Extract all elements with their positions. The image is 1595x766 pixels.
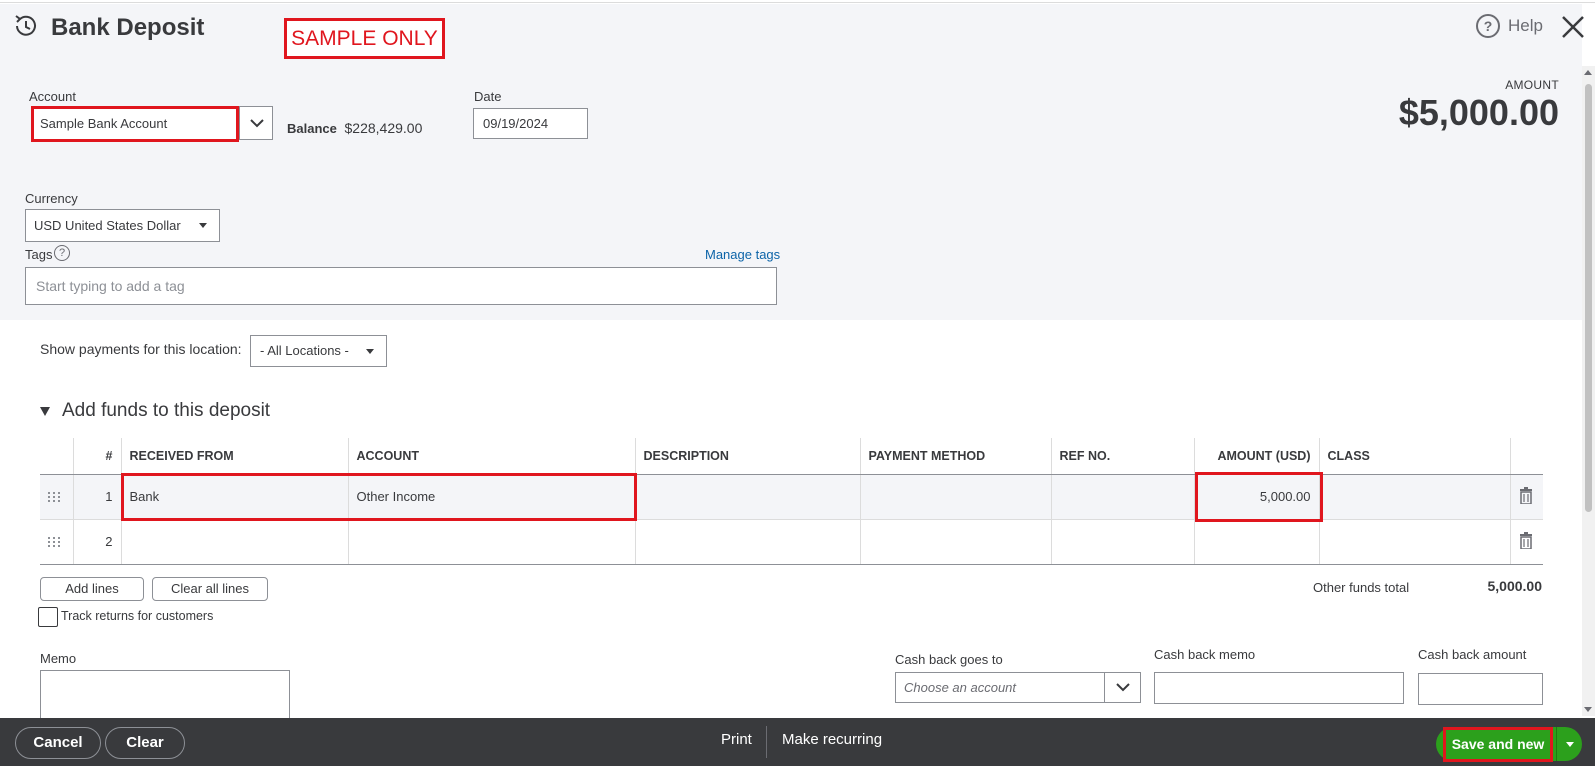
footer-divider	[766, 726, 767, 758]
received-from-cell[interactable]	[121, 519, 349, 565]
scrollbar-thumb[interactable]	[1585, 84, 1592, 512]
manage-tags-link[interactable]: Manage tags	[705, 247, 780, 262]
account-cell[interactable]	[348, 519, 636, 565]
delete-row-button[interactable]	[1510, 519, 1543, 565]
drag-handle-icon	[48, 536, 65, 547]
row-number: 2	[73, 519, 122, 565]
account-dropdown-button[interactable]	[239, 107, 273, 139]
col-num-header: #	[73, 438, 122, 475]
description-cell[interactable]	[635, 519, 861, 565]
top-border	[0, 0, 1595, 3]
class-cell[interactable]	[1319, 519, 1511, 565]
drag-handle[interactable]	[40, 519, 74, 565]
col-ref-no-header: REF NO.	[1051, 438, 1195, 475]
memo-label: Memo	[40, 651, 77, 666]
chevron-down-icon	[1115, 683, 1130, 692]
funds-section-toggle[interactable]: Add funds to this deposit	[40, 400, 270, 422]
col-received-from-header: RECEIVED FROM	[121, 438, 349, 475]
class-cell[interactable]	[1319, 474, 1511, 520]
close-icon[interactable]	[1560, 14, 1586, 40]
description-cell[interactable]	[635, 474, 861, 520]
payment-method-cell[interactable]	[860, 519, 1052, 565]
caret-down-icon	[1565, 741, 1574, 747]
col-payment-method-header: PAYMENT METHOD	[860, 438, 1052, 475]
currency-label: Currency	[25, 191, 78, 206]
col-class-header: CLASS	[1319, 438, 1511, 475]
currency-value: USD United States Dollar	[34, 218, 181, 233]
clear-button[interactable]: Clear	[105, 727, 185, 759]
save-and-new-button[interactable]: Save and new	[1443, 727, 1553, 762]
table-row[interactable]: 1 Bank Other Income 5,000.00	[40, 474, 1543, 520]
make-recurring-link[interactable]: Make recurring	[782, 731, 882, 748]
amount-value: $5,000.00	[1398, 92, 1559, 133]
location-label: Show payments for this location:	[40, 341, 242, 357]
page-title: Bank Deposit	[51, 14, 205, 41]
date-label: Date	[474, 89, 502, 104]
tags-input[interactable]: Start typing to add a tag	[25, 267, 777, 305]
cash-back-to-label: Cash back goes to	[895, 652, 1003, 667]
trash-icon	[1519, 531, 1532, 550]
balance-value: $228,429.00	[344, 120, 423, 136]
drag-handle-icon	[48, 491, 65, 502]
col-amount-header: AMOUNT (USD)	[1194, 438, 1320, 475]
caret-down-icon	[366, 349, 374, 354]
location-select[interactable]: - All Locations -	[250, 335, 387, 367]
print-link[interactable]: Print	[721, 731, 752, 748]
tags-label: Tags	[25, 247, 53, 262]
track-returns-label: Track returns for customers	[61, 609, 214, 623]
col-drag-header	[40, 438, 74, 475]
drag-handle[interactable]	[40, 474, 74, 520]
cancel-button[interactable]: Cancel	[15, 727, 101, 759]
help-icon: ?	[1476, 14, 1500, 38]
currency-select[interactable]: USD United States Dollar	[25, 209, 220, 242]
amount-cell[interactable]	[1194, 519, 1320, 565]
location-value: - All Locations -	[260, 343, 349, 358]
cash-back-memo-label: Cash back memo	[1154, 647, 1256, 662]
trash-icon	[1519, 486, 1532, 505]
funds-section-title: Add funds to this deposit	[62, 400, 271, 421]
cash-back-memo-input[interactable]	[1154, 672, 1404, 704]
scroll-down-icon[interactable]	[1584, 707, 1592, 712]
account-cell[interactable]: Other Income	[348, 474, 636, 520]
table-row[interactable]: 2	[40, 519, 1543, 565]
cash-back-dropdown-button[interactable]	[1104, 673, 1140, 702]
question-icon[interactable]: ?	[54, 245, 70, 261]
other-funds-total-label: Other funds total	[1313, 580, 1410, 595]
help-button[interactable]: ? Help	[1476, 14, 1543, 38]
sample-only-label: SAMPLE ONLY	[284, 18, 445, 59]
help-label: Help	[1508, 16, 1543, 35]
col-account-header: ACCOUNT	[348, 438, 636, 475]
other-funds-total-value: 5,000.00	[1487, 578, 1543, 594]
scroll-up-icon[interactable]	[1584, 70, 1592, 75]
delete-row-button[interactable]	[1510, 474, 1543, 520]
account-value[interactable]: Sample Bank Account	[31, 106, 239, 142]
cash-back-amount-label: Cash back amount	[1418, 647, 1527, 662]
chevron-down-icon	[249, 118, 264, 127]
ref-no-cell[interactable]	[1051, 519, 1195, 565]
recent-transactions-icon[interactable]	[12, 12, 40, 40]
date-input[interactable]: 09/19/2024	[473, 108, 588, 139]
track-returns-checkbox[interactable]	[38, 607, 58, 627]
add-lines-button[interactable]: Add lines	[40, 577, 144, 601]
cash-back-amount-input[interactable]	[1418, 673, 1543, 705]
col-description-header: DESCRIPTION	[635, 438, 861, 475]
save-options-dropdown[interactable]	[1556, 727, 1582, 761]
balance-display: Balance $228,429.00	[287, 120, 422, 136]
received-from-cell[interactable]: Bank	[121, 474, 349, 520]
clear-all-lines-button[interactable]: Clear all lines	[152, 577, 268, 601]
amount-cell[interactable]: 5,000.00	[1194, 474, 1320, 520]
ref-no-cell[interactable]	[1051, 474, 1195, 520]
caret-down-icon	[199, 223, 207, 228]
balance-label: Balance	[287, 121, 337, 136]
account-label: Account	[29, 89, 76, 104]
payment-method-cell[interactable]	[860, 474, 1052, 520]
amount-label: AMOUNT	[1505, 78, 1559, 92]
funds-table: # RECEIVED FROM ACCOUNT DESCRIPTION PAYM…	[40, 438, 1543, 565]
collapse-triangle-icon	[40, 406, 50, 416]
row-number: 1	[73, 474, 122, 520]
col-delete-header	[1510, 438, 1543, 475]
table-header-row: # RECEIVED FROM ACCOUNT DESCRIPTION PAYM…	[40, 438, 1543, 475]
